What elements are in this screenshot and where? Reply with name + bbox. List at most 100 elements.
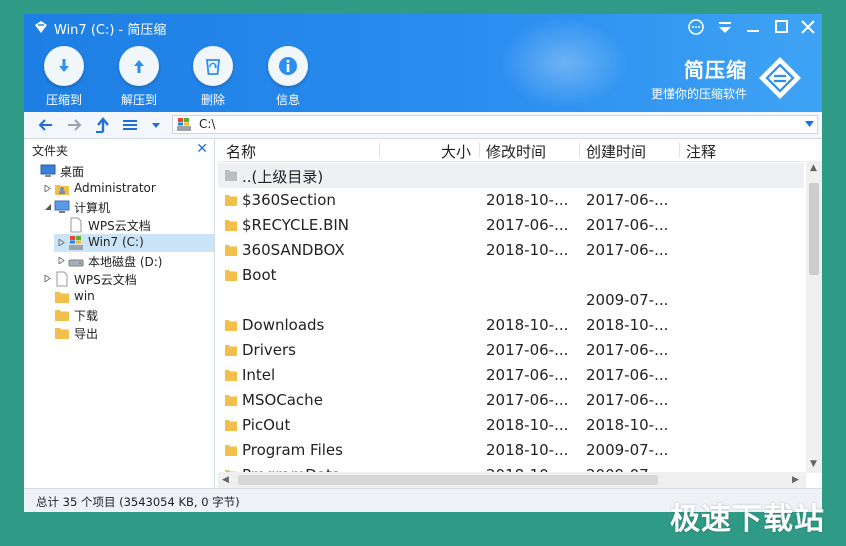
folder-icon bbox=[225, 370, 237, 381]
minimize-button[interactable] bbox=[742, 17, 764, 37]
brand-slogan: 更懂你的压缩软件 bbox=[650, 87, 747, 101]
app-window: Win7 (C:) - 简压缩 压缩到 解压到 删除 信息 简压缩 更懂你的压缩… bbox=[24, 14, 822, 512]
compress-to-button[interactable]: 压缩到 bbox=[34, 46, 94, 110]
up-level-button[interactable] bbox=[92, 115, 112, 135]
folder-icon bbox=[225, 445, 237, 456]
minimize-icon bbox=[747, 30, 759, 32]
tree-item-administrator[interactable]: Administrator bbox=[24, 180, 214, 198]
horizontal-scrollbar[interactable]: ◀ ▶ bbox=[218, 472, 806, 488]
column-size[interactable]: 大小 bbox=[441, 141, 471, 162]
extract-to-button[interactable]: 解压到 bbox=[109, 46, 169, 110]
menu-dropdown-icon bbox=[719, 22, 731, 33]
drive-windows-icon bbox=[69, 236, 83, 250]
watermark-text: 极速下载站 bbox=[670, 502, 825, 537]
folder-icon bbox=[225, 195, 237, 206]
file-row[interactable]: $360Section 2018-10-... 2017-06-... bbox=[218, 188, 804, 213]
folder-icon bbox=[225, 270, 237, 281]
address-path: C:\ bbox=[199, 117, 216, 131]
file-row-parent[interactable]: ..(上级目录) bbox=[218, 163, 804, 188]
close-icon bbox=[801, 20, 815, 34]
delete-button[interactable]: 删除 bbox=[183, 46, 243, 110]
file-row[interactable]: Downloads 2018-10-... 2018-10-... bbox=[218, 313, 804, 338]
tree-item-wps-cloud-2[interactable]: WPS云文档 bbox=[24, 270, 214, 288]
tree-item-computer[interactable]: 计算机 bbox=[24, 198, 214, 216]
title-toolbar-banner: Win7 (C:) - 简压缩 压缩到 解压到 删除 信息 简压缩 更懂你的压缩… bbox=[24, 14, 822, 112]
column-created[interactable]: 创建时间 bbox=[586, 141, 646, 162]
folder-pane-header: 文件夹 ✕ bbox=[24, 139, 214, 161]
tree-item-label: 导出 bbox=[74, 327, 99, 341]
horizontal-scroll-thumb[interactable] bbox=[238, 475, 658, 485]
chevron-right-icon[interactable] bbox=[44, 275, 51, 282]
folder-pane-close-icon[interactable]: ✕ bbox=[196, 141, 208, 157]
file-list-pane: 名称 大小 修改时间 创建时间 注释 ..(上级目录) $360Section … bbox=[218, 139, 822, 488]
computer-icon bbox=[54, 200, 70, 213]
file-row[interactable]: 360SANDBOX 2018-10-... 2017-06-... bbox=[218, 238, 804, 263]
column-comment[interactable]: 注释 bbox=[686, 141, 716, 162]
column-name[interactable]: 名称 bbox=[226, 141, 256, 162]
address-field[interactable]: C:\ bbox=[172, 115, 818, 134]
scroll-down-icon[interactable]: ▼ bbox=[810, 459, 817, 469]
column-modified[interactable]: 修改时间 bbox=[486, 141, 546, 162]
folder-icon bbox=[225, 220, 237, 231]
vertical-scroll-thumb[interactable] bbox=[809, 183, 819, 275]
column-separator[interactable] bbox=[579, 142, 580, 158]
maximize-button[interactable] bbox=[770, 17, 792, 37]
tree-item-downloads-cn[interactable]: 下载 bbox=[24, 306, 214, 324]
tree-item-label: win bbox=[74, 289, 95, 303]
folder-up-icon bbox=[225, 170, 237, 181]
file-row[interactable]: Drivers 2017-06-... 2017-06-... bbox=[218, 338, 804, 363]
chevron-right-icon[interactable] bbox=[58, 239, 65, 246]
view-list-button[interactable] bbox=[120, 115, 140, 135]
scroll-right-icon[interactable]: ▶ bbox=[792, 475, 799, 485]
drive-windows-icon bbox=[177, 118, 191, 131]
help-icon bbox=[688, 19, 704, 35]
menu-button[interactable] bbox=[714, 17, 736, 37]
help-button[interactable] bbox=[685, 17, 707, 37]
compress-to-label: 压缩到 bbox=[45, 93, 82, 107]
close-button[interactable] bbox=[797, 17, 819, 37]
hard-drive-icon bbox=[68, 259, 84, 267]
tree-item-win[interactable]: win bbox=[24, 288, 214, 306]
file-row[interactable]: $RECYCLE.BIN 2017-06-... 2017-06-... bbox=[218, 213, 804, 238]
tree-item-win7-c[interactable]: Win7 (C:) bbox=[54, 234, 214, 252]
back-button[interactable] bbox=[36, 115, 56, 135]
file-row[interactable]: Boot bbox=[218, 263, 804, 288]
tree-item-label: Administrator bbox=[74, 181, 156, 195]
tree-item-label: 桌面 bbox=[60, 165, 85, 179]
address-toolbar: C:\ bbox=[24, 112, 822, 139]
chevron-right-icon[interactable] bbox=[58, 257, 65, 264]
file-row[interactable]: MSOCache 2017-06-... 2017-06-... bbox=[218, 388, 804, 413]
status-text: 总计 35 个项目 (3543054 KB, 0 字节) bbox=[36, 495, 240, 509]
column-separator[interactable] bbox=[679, 142, 680, 158]
address-dropdown-icon[interactable] bbox=[805, 121, 814, 127]
tree-item-label: 下载 bbox=[74, 309, 99, 323]
file-row[interactable]: PicOut 2018-10-... 2018-10-... bbox=[218, 413, 804, 438]
column-separator[interactable] bbox=[379, 142, 380, 158]
tree-item-local-disk-d[interactable]: 本地磁盘 (D:) bbox=[24, 252, 214, 270]
tree-item-export[interactable]: 导出 bbox=[24, 324, 214, 342]
info-icon bbox=[268, 46, 308, 86]
vertical-scrollbar[interactable]: ▲ ▼ bbox=[806, 161, 822, 473]
file-row[interactable]: 2009-07-... bbox=[218, 288, 804, 313]
chevron-right-icon[interactable] bbox=[44, 185, 51, 192]
file-row[interactable]: Program Files 2018-10-... 2009-07-... bbox=[218, 438, 804, 463]
tree-item-wps-cloud-1[interactable]: WPS云文档 bbox=[24, 216, 214, 234]
view-dropdown-button[interactable] bbox=[146, 115, 166, 135]
chevron-expanded-icon[interactable] bbox=[44, 203, 51, 210]
tree-item-label: 本地磁盘 (D:) bbox=[88, 255, 163, 269]
extract-to-label: 解压到 bbox=[120, 93, 157, 107]
forward-button[interactable] bbox=[64, 115, 84, 135]
scroll-left-icon[interactable]: ◀ bbox=[222, 475, 229, 485]
tree-item-label: WPS云文档 bbox=[74, 273, 137, 287]
folder-icon bbox=[225, 320, 237, 331]
scroll-up-icon[interactable]: ▲ bbox=[810, 163, 817, 173]
brand-name: 简压缩 bbox=[684, 58, 747, 82]
extract-icon bbox=[119, 46, 159, 86]
arrow-left-icon bbox=[38, 119, 52, 131]
maximize-icon bbox=[775, 20, 788, 33]
folder-icon bbox=[55, 328, 69, 339]
tree-item-desktop[interactable]: 桌面 bbox=[24, 162, 214, 180]
file-row[interactable]: Intel 2017-06-... 2017-06-... bbox=[218, 363, 804, 388]
info-button[interactable]: 信息 bbox=[258, 46, 318, 110]
column-separator[interactable] bbox=[479, 142, 480, 158]
